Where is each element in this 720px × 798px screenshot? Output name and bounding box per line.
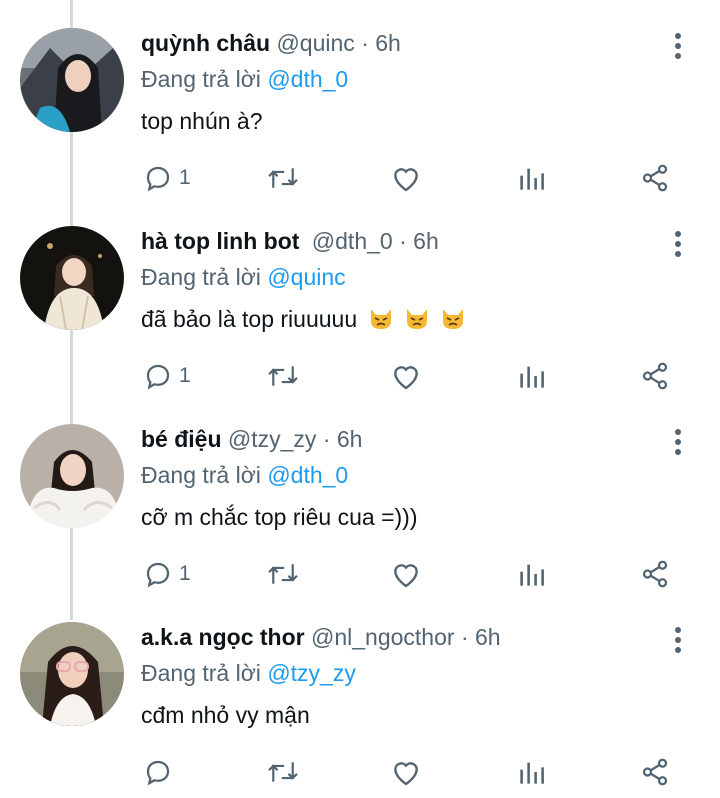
reply-button[interactable]: 1 <box>143 554 191 594</box>
tweet-actions: 1 <box>0 158 720 198</box>
tweet-text: đã bảo là top riuuuuu <box>141 306 466 337</box>
reply-icon <box>146 364 170 390</box>
timestamp[interactable]: 6h <box>337 426 363 452</box>
retweet-icon <box>268 762 298 782</box>
analytics-icon <box>520 564 544 586</box>
angry-cat-icon <box>368 307 394 337</box>
analytics-button[interactable] <box>518 554 546 594</box>
reply-prefix: Đang trả lời <box>141 66 261 92</box>
separator: · <box>322 426 331 452</box>
reply-count: 1 <box>179 364 191 387</box>
more-icon[interactable] <box>666 30 690 64</box>
share-icon <box>642 164 668 192</box>
timestamp[interactable]: 6h <box>375 30 401 56</box>
tweet[interactable]: hà top linh bot @dth_0 · 6h Đang trả lời… <box>0 198 720 396</box>
share-icon <box>642 758 668 786</box>
retweet-button[interactable] <box>266 752 300 792</box>
reply-count: 1 <box>179 166 191 189</box>
reply-icon <box>146 562 170 588</box>
like-button[interactable] <box>390 158 422 198</box>
reply-icon <box>146 166 170 192</box>
reply-button[interactable] <box>143 752 179 792</box>
retweet-icon <box>268 564 298 584</box>
share-button[interactable] <box>640 752 670 792</box>
tweet-text-body: đã bảo là top riuuuuu <box>141 306 358 332</box>
angry-cat-icon <box>440 307 466 337</box>
replying-to: Đang trả lời @quinc <box>141 264 346 291</box>
tweet[interactable]: a.k.a ngọc thor @nl_ngocthor · 6h Đang t… <box>0 594 720 792</box>
like-icon <box>394 564 418 588</box>
share-button[interactable] <box>640 356 670 396</box>
tweet-text: cỡ m chắc top riêu cua =))) <box>141 504 418 530</box>
user-handle[interactable]: @dth_0 <box>312 228 393 254</box>
share-button[interactable] <box>640 158 670 198</box>
display-name[interactable]: quỳnh châu <box>141 30 270 56</box>
separator: · <box>399 228 407 254</box>
replying-to: Đang trả lời @dth_0 <box>141 462 348 489</box>
tweet-header: hà top linh bot @dth_0 · 6h <box>141 228 439 255</box>
reply-button[interactable]: 1 <box>143 356 191 396</box>
tweet-header: bé điệu @tzy_zy · 6h <box>141 426 362 453</box>
tweet[interactable]: quỳnh châu @quinc · 6h Đang trả lời @dth… <box>0 0 720 198</box>
separator: · <box>361 30 369 56</box>
reply-mention[interactable]: @quinc <box>267 264 345 290</box>
avatar[interactable] <box>20 28 124 132</box>
reply-mention[interactable]: @dth_0 <box>267 66 348 92</box>
reply-mention[interactable]: @tzy_zy <box>267 660 356 686</box>
more-icon[interactable] <box>666 624 690 658</box>
retweet-button[interactable] <box>266 554 300 594</box>
retweet-icon <box>268 168 298 188</box>
reply-count: 1 <box>179 562 191 585</box>
more-icon[interactable] <box>666 426 690 460</box>
tweet-text: top nhún à? <box>141 108 263 134</box>
share-icon <box>642 362 668 390</box>
angry-cat-icon <box>404 307 430 337</box>
display-name[interactable]: hà top linh bot <box>141 228 299 254</box>
tweet-actions: 1 <box>0 356 720 396</box>
replying-to: Đang trả lời @tzy_zy <box>141 660 356 687</box>
like-button[interactable] <box>390 554 422 594</box>
reply-prefix: Đang trả lời <box>141 660 261 686</box>
tweet-text: cđm nhỏ vy mận <box>141 702 310 728</box>
like-button[interactable] <box>390 356 422 396</box>
display-name[interactable]: a.k.a ngọc thor <box>141 624 305 650</box>
tweet[interactable]: bé điệu @tzy_zy · 6h Đang trả lời @dth_0… <box>0 396 720 594</box>
replying-to: Đang trả lời @dth_0 <box>141 66 348 93</box>
analytics-icon <box>520 366 544 388</box>
retweet-button[interactable] <box>266 158 300 198</box>
analytics-button[interactable] <box>518 356 546 396</box>
like-icon <box>394 168 418 192</box>
retweet-icon <box>268 366 298 386</box>
reply-icon <box>146 760 170 786</box>
analytics-icon <box>520 762 544 784</box>
analytics-icon <box>520 168 544 190</box>
tweet-header: a.k.a ngọc thor @nl_ngocthor · 6h <box>141 624 501 651</box>
analytics-button[interactable] <box>518 158 546 198</box>
user-handle[interactable]: @nl_ngocthor <box>311 624 455 650</box>
like-button[interactable] <box>390 752 422 792</box>
tweet-actions <box>0 752 720 792</box>
like-icon <box>394 762 418 786</box>
user-handle[interactable]: @tzy_zy <box>228 426 317 452</box>
share-button[interactable] <box>640 554 670 594</box>
display-name[interactable]: bé điệu <box>141 426 222 452</box>
share-icon <box>642 560 668 588</box>
like-icon <box>394 366 418 390</box>
more-icon[interactable] <box>666 228 690 262</box>
avatar[interactable] <box>20 226 124 330</box>
avatar[interactable] <box>20 622 124 726</box>
reply-prefix: Đang trả lời <box>141 462 261 488</box>
reply-prefix: Đang trả lời <box>141 264 261 290</box>
tweet-actions: 1 <box>0 554 720 594</box>
avatar[interactable] <box>20 424 124 528</box>
timestamp[interactable]: 6h <box>475 624 501 650</box>
retweet-button[interactable] <box>266 356 300 396</box>
reply-mention[interactable]: @dth_0 <box>267 462 348 488</box>
tweet-header: quỳnh châu @quinc · 6h <box>141 30 401 57</box>
reply-button[interactable]: 1 <box>143 158 191 198</box>
separator: · <box>460 624 469 650</box>
analytics-button[interactable] <box>518 752 546 792</box>
timestamp[interactable]: 6h <box>413 228 439 254</box>
user-handle[interactable]: @quinc <box>276 30 354 56</box>
